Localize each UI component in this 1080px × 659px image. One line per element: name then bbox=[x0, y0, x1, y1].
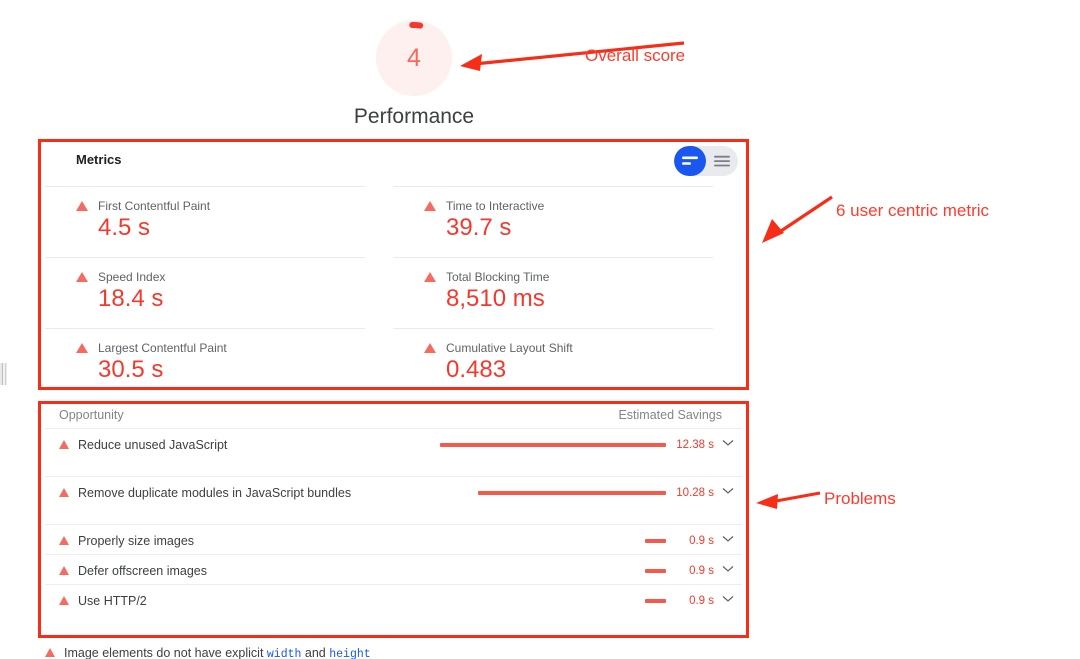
metrics-card: Metrics First Contentful Paint 4.5 s Spe… bbox=[45, 146, 742, 383]
savings-bar bbox=[478, 491, 666, 495]
column-header-estimated-savings: Estimated Savings bbox=[618, 408, 722, 422]
performance-gauge: 4 bbox=[376, 20, 452, 96]
expand-row-button[interactable] bbox=[714, 564, 742, 573]
fail-triangle-icon bbox=[59, 536, 69, 545]
metric-value: 30.5 s bbox=[98, 356, 164, 383]
metric-item[interactable]: Largest Contentful Paint 30.5 s bbox=[45, 328, 365, 399]
chevron-down-icon bbox=[722, 596, 734, 602]
toggle-compact-view-button[interactable] bbox=[674, 146, 706, 176]
metric-label: First Contentful Paint bbox=[98, 199, 211, 213]
metric-value: 39.7 s bbox=[446, 214, 512, 241]
savings-bar-track bbox=[431, 486, 666, 500]
annotation-arrow-problems bbox=[756, 491, 821, 509]
category-title: Performance bbox=[353, 105, 475, 128]
fail-triangle-icon bbox=[76, 343, 88, 353]
fail-triangle-icon bbox=[424, 272, 436, 282]
annotation-label-six-metrics: 6 user centric metric bbox=[836, 201, 990, 220]
metrics-header: Metrics bbox=[45, 146, 742, 186]
metric-label: Cumulative Layout Shift bbox=[446, 341, 573, 355]
opportunities-table-header: Opportunity Estimated Savings bbox=[45, 408, 742, 428]
metric-item[interactable]: First Contentful Paint 4.5 s bbox=[45, 186, 365, 257]
fail-triangle-icon bbox=[76, 201, 88, 211]
estimated-savings-value: 10.28 s bbox=[676, 487, 714, 499]
expand-row-button[interactable] bbox=[714, 594, 742, 603]
code-height: height bbox=[329, 648, 371, 659]
opportunity-row[interactable]: Use HTTP/2 0.9 s bbox=[45, 584, 742, 614]
metric-item[interactable]: Total Blocking Time 8,510 ms bbox=[393, 257, 713, 328]
metrics-title: Metrics bbox=[76, 152, 122, 167]
fail-triangle-icon bbox=[76, 272, 88, 282]
list-compact-view-icon bbox=[681, 156, 698, 165]
opportunity-row[interactable]: Defer offscreen images 0.9 s bbox=[45, 554, 742, 584]
metric-value: 0.483 bbox=[446, 356, 507, 383]
fail-triangle-icon bbox=[59, 488, 69, 497]
expand-row-button[interactable] bbox=[714, 438, 742, 447]
savings-bar bbox=[644, 599, 666, 603]
fail-triangle-icon bbox=[59, 566, 69, 575]
opportunity-row[interactable]: Remove duplicate modules in JavaScript b… bbox=[45, 476, 742, 524]
annotation-arrow-six-metrics bbox=[762, 195, 833, 243]
chevron-down-icon bbox=[722, 566, 734, 572]
diagnostic-row-partial[interactable]: Image elements do not have explicit widt… bbox=[45, 646, 742, 659]
chevron-down-icon bbox=[722, 536, 734, 542]
savings-bar bbox=[644, 569, 666, 573]
diagnostic-label: Image elements do not have explicit widt… bbox=[64, 646, 371, 659]
edge-scrollbar-artifact bbox=[0, 363, 7, 385]
opportunity-row[interactable]: Properly size images 0.9 s bbox=[45, 524, 742, 554]
fail-triangle-icon bbox=[424, 343, 436, 353]
expand-row-button[interactable] bbox=[714, 534, 742, 543]
metrics-view-toggle[interactable] bbox=[674, 146, 738, 176]
savings-bar bbox=[644, 539, 666, 543]
chevron-down-icon bbox=[722, 488, 734, 494]
metric-item[interactable]: Speed Index 18.4 s bbox=[45, 257, 365, 328]
metric-label: Speed Index bbox=[98, 270, 166, 284]
savings-bar bbox=[440, 443, 666, 447]
metrics-column-right: Time to Interactive 39.7 s Total Blockin… bbox=[393, 186, 741, 399]
savings-bar-track bbox=[431, 534, 666, 548]
opportunity-row[interactable]: Reduce unused JavaScript 12.38 s bbox=[45, 428, 742, 476]
metric-item[interactable]: Cumulative Layout Shift 0.483 bbox=[393, 328, 713, 399]
code-width: width bbox=[266, 648, 302, 659]
metric-value: 8,510 ms bbox=[446, 285, 545, 312]
savings-bar-track bbox=[431, 594, 666, 608]
opportunities-card: Opportunity Estimated Savings Reduce unu… bbox=[45, 408, 742, 614]
metric-value: 4.5 s bbox=[98, 214, 151, 241]
metric-label: Time to Interactive bbox=[446, 199, 545, 213]
list-expanded-view-icon bbox=[713, 155, 730, 166]
diagnostic-text-middle: and bbox=[301, 646, 330, 659]
fail-triangle-icon bbox=[59, 440, 69, 449]
annotation-label-problems: Problems bbox=[824, 489, 896, 508]
metric-value: 18.4 s bbox=[98, 285, 164, 312]
metric-label: Total Blocking Time bbox=[446, 270, 550, 284]
chevron-down-icon bbox=[722, 440, 734, 446]
fail-triangle-icon bbox=[45, 648, 55, 657]
fail-triangle-icon bbox=[59, 596, 69, 605]
expand-row-button[interactable] bbox=[714, 486, 742, 495]
column-header-opportunity: Opportunity bbox=[59, 408, 124, 422]
estimated-savings-value: 12.38 s bbox=[676, 439, 714, 451]
metric-label: Largest Contentful Paint bbox=[98, 341, 227, 355]
metrics-grid: First Contentful Paint 4.5 s Speed Index… bbox=[45, 186, 742, 399]
fail-triangle-icon bbox=[424, 201, 436, 211]
metrics-column-left: First Contentful Paint 4.5 s Speed Index… bbox=[45, 186, 393, 399]
metric-item[interactable]: Time to Interactive 39.7 s bbox=[393, 186, 713, 257]
diagnostic-text-prefix: Image elements do not have explicit bbox=[64, 646, 267, 659]
savings-bar-track bbox=[431, 438, 666, 452]
estimated-savings-value: 0.9 s bbox=[689, 565, 714, 577]
estimated-savings-value: 0.9 s bbox=[689, 595, 714, 607]
annotation-label-overall-score: Overall score bbox=[585, 46, 686, 65]
savings-bar-track bbox=[431, 564, 666, 578]
toggle-expanded-view-button[interactable] bbox=[706, 146, 738, 176]
estimated-savings-value: 0.9 s bbox=[689, 535, 714, 547]
gauge-score-value: 4 bbox=[407, 43, 421, 72]
